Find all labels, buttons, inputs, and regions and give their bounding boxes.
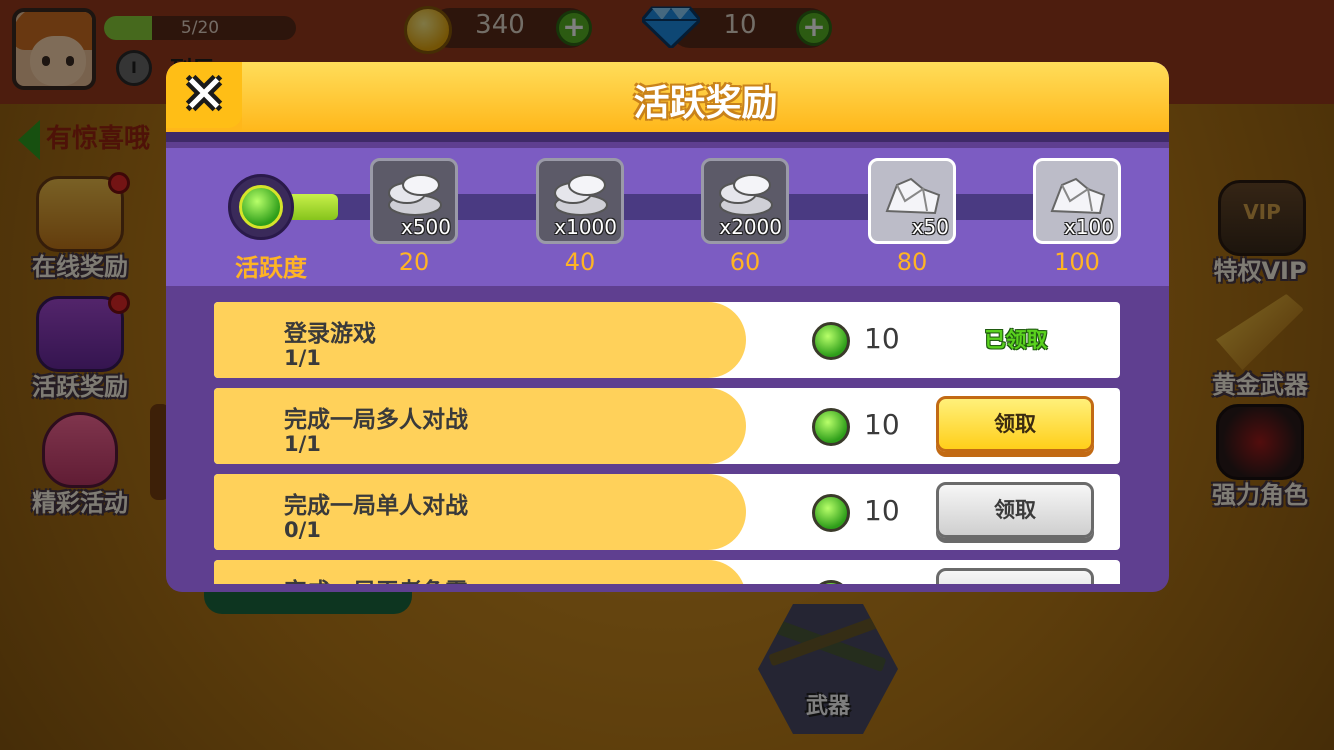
activity-point-icon — [812, 322, 850, 360]
reward-chest-1[interactable]: x500 — [370, 158, 458, 244]
dialog-title: 活跃奖励 — [633, 83, 778, 124]
task-name: 完成一局多人对战 — [284, 407, 468, 433]
reward-threshold: 80 — [896, 248, 928, 276]
task-progress: 1/1 — [284, 346, 321, 370]
activity-point-icon — [812, 580, 850, 584]
silver-diamonds-icon — [1050, 177, 1106, 215]
task-points: 10 — [864, 322, 900, 355]
activity-label: 活跃度 — [235, 254, 307, 282]
task-row: 完成一局单人对战 0/1 10 领取 — [214, 474, 1120, 550]
activity-progress-panel: 活跃度 x500 x1000 x2000 x50 x100 20 40 60 8… — [166, 148, 1169, 286]
close-button[interactable]: ✕ — [166, 62, 242, 128]
silver-diamonds-icon — [885, 177, 941, 215]
dialog-header: 活跃奖励 — [242, 62, 1169, 132]
reward-chest-4[interactable]: x50 — [868, 158, 956, 244]
activity-point-icon — [812, 494, 850, 532]
reward-threshold: 60 — [729, 248, 761, 276]
task-progress: 0/1 — [284, 518, 321, 542]
reward-chest-3[interactable]: x2000 — [701, 158, 789, 244]
task-row: 完成一局王者争霸 — [214, 560, 1120, 584]
reward-chest-2[interactable]: x1000 — [536, 158, 624, 244]
reward-quantity: x2000 — [719, 215, 782, 239]
task-row: 完成一局多人对战 1/1 10 领取 — [214, 388, 1120, 464]
task-row: 登录游戏 1/1 10 已领取 — [214, 302, 1120, 378]
task-points: 10 — [864, 494, 900, 527]
silver-coins-icon — [554, 174, 608, 216]
silver-coins-icon — [388, 174, 442, 216]
task-list[interactable]: 登录游戏 1/1 10 已领取 完成一局多人对战 1/1 10 领取 完成一局单… — [166, 286, 1169, 584]
reward-threshold: 40 — [564, 248, 596, 276]
reward-quantity: x50 — [911, 215, 949, 239]
claim-button-disabled[interactable] — [936, 568, 1094, 584]
reward-threshold: 100 — [1054, 248, 1100, 276]
reward-quantity: x100 — [1063, 215, 1114, 239]
activity-point-icon — [812, 408, 850, 446]
reward-chest-5[interactable]: x100 — [1033, 158, 1121, 244]
task-progress: 1/1 — [284, 432, 321, 456]
activity-orb-icon — [228, 174, 294, 240]
task-name: 完成一局王者争霸 — [284, 572, 468, 584]
claim-button-disabled[interactable]: 领取 — [936, 482, 1094, 538]
task-name: 登录游戏 — [284, 321, 376, 347]
activity-reward-dialog: 活跃奖励 ✕ 活跃度 x500 x1000 x2000 x50 x100 20 … — [166, 62, 1169, 592]
task-points: 10 — [864, 408, 900, 441]
reward-quantity: x1000 — [554, 215, 617, 239]
task-name: 完成一局单人对战 — [284, 493, 468, 519]
reward-quantity: x500 — [400, 215, 451, 239]
claimed-status: 已领取 — [984, 328, 1048, 352]
claim-button[interactable]: 领取 — [936, 396, 1094, 452]
reward-threshold: 20 — [398, 248, 430, 276]
silver-coins-icon — [719, 174, 773, 216]
